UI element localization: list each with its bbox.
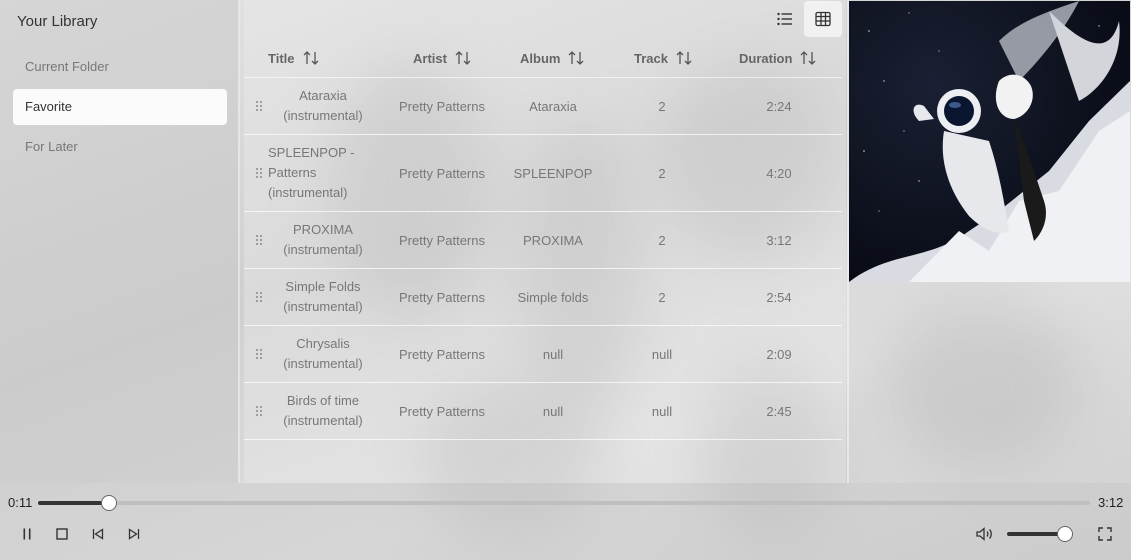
list-view-button[interactable]	[766, 1, 804, 37]
table-header: Title Artist Album Track Duration	[244, 38, 842, 78]
list-icon	[777, 12, 792, 26]
track-number: null	[651, 403, 673, 419]
track-album: PROXIMA	[523, 232, 583, 248]
track-artist: Pretty Patterns	[399, 165, 485, 181]
pause-button[interactable]	[17, 524, 37, 544]
table-row[interactable]: Birds of time (instrumental) Pretty Patt…	[244, 383, 842, 440]
track-duration: 2:09	[766, 346, 792, 362]
track-title: Chrysalis (instrumental)	[283, 336, 363, 371]
volume-button[interactable]	[975, 524, 995, 544]
drag-handle-icon[interactable]	[253, 212, 265, 268]
column-header-track[interactable]: Track	[634, 38, 692, 78]
track-number: 2	[658, 289, 666, 305]
playback-bar: 0:11 3:12	[0, 483, 1131, 560]
sidebar-item-current-folder[interactable]: Current Folder	[13, 49, 227, 85]
track-duration: 2:24	[766, 98, 792, 114]
track-list-panel: Title Artist Album Track Duration Atarax…	[244, 0, 846, 483]
seek-handle[interactable]	[101, 495, 117, 511]
previous-button[interactable]	[88, 524, 108, 544]
track-artist: Pretty Patterns	[399, 98, 485, 114]
next-button[interactable]	[124, 524, 144, 544]
track-album: null	[542, 403, 564, 419]
skip-previous-icon	[92, 528, 104, 540]
drag-handle-icon[interactable]	[253, 383, 265, 439]
volume-fill	[1007, 532, 1065, 536]
track-artist: Pretty Patterns	[399, 346, 485, 362]
track-album: Simple folds	[517, 289, 589, 305]
track-title: PROXIMA (instrumental)	[283, 222, 363, 257]
volume-handle[interactable]	[1056, 526, 1073, 542]
table-icon	[815, 11, 831, 27]
sidebar-item-favorite[interactable]: Favorite	[13, 89, 227, 125]
track-number: 2	[658, 98, 666, 114]
elapsed-time: 0:11	[8, 495, 33, 510]
seek-slider[interactable]	[38, 495, 1090, 511]
track-duration: 3:12	[766, 232, 792, 248]
sidebar-title: Your Library	[17, 13, 98, 30]
track-album: Ataraxia	[529, 98, 577, 114]
track-album: SPLEENPOP	[513, 165, 593, 181]
sidebar-item-for-later[interactable]: For Later	[13, 129, 227, 165]
column-header-duration[interactable]: Duration	[739, 38, 816, 78]
track-artist: Pretty Patterns	[399, 289, 485, 305]
track-title: Birds of time (instrumental)	[283, 393, 363, 428]
track-title: SPLEENPOP - Patterns (instrumental)	[268, 145, 355, 200]
column-header-title[interactable]: Title	[268, 38, 319, 78]
sort-icon	[455, 51, 471, 65]
album-artwork	[849, 1, 1130, 282]
drag-handle-icon[interactable]	[253, 326, 265, 382]
column-header-album[interactable]: Album	[520, 38, 584, 78]
fullscreen-button[interactable]	[1095, 524, 1115, 544]
music-player-window: Your Library Current Folder Favorite For…	[0, 0, 1131, 560]
track-number: 2	[658, 232, 666, 248]
track-title: Simple Folds (instrumental)	[283, 279, 363, 314]
total-time: 3:12	[1098, 495, 1124, 510]
stop-button[interactable]	[52, 524, 72, 544]
track-number: 2	[658, 165, 666, 181]
track-artist: Pretty Patterns	[399, 403, 485, 419]
sort-icon	[800, 51, 816, 65]
seek-progress-fill	[38, 501, 109, 505]
stop-icon	[56, 528, 68, 540]
view-toggle	[766, 1, 842, 37]
pause-icon	[23, 528, 31, 540]
table-row[interactable]: PROXIMA (instrumental) Pretty Patterns P…	[244, 212, 842, 269]
column-header-artist[interactable]: Artist	[413, 38, 471, 78]
track-album: null	[542, 346, 564, 362]
skip-next-icon	[128, 528, 140, 540]
table-row[interactable]: SPLEENPOP - Patterns (instrumental) Pret…	[244, 135, 842, 212]
table-row[interactable]: Chrysalis (instrumental) Pretty Patterns…	[244, 326, 842, 383]
sort-icon	[676, 51, 692, 65]
track-duration: 4:20	[766, 165, 792, 181]
track-artist: Pretty Patterns	[399, 232, 485, 248]
table-view-button[interactable]	[804, 1, 842, 37]
drag-handle-icon[interactable]	[253, 269, 265, 325]
table-row[interactable]: Simple Folds (instrumental) Pretty Patte…	[244, 269, 842, 326]
drag-handle-icon[interactable]	[253, 78, 265, 134]
track-duration: 2:45	[766, 403, 792, 419]
drag-handle-icon[interactable]	[253, 135, 265, 211]
sort-icon	[303, 51, 318, 65]
volume-slider[interactable]	[1007, 526, 1073, 542]
track-duration: 2:54	[766, 289, 792, 305]
table-row[interactable]: Ataraxia (instrumental) Pretty Patterns …	[244, 78, 842, 135]
track-title: Ataraxia (instrumental)	[283, 88, 363, 123]
library-sidebar: Your Library Current Folder Favorite For…	[0, 0, 240, 483]
table-body: Ataraxia (instrumental) Pretty Patterns …	[244, 78, 842, 440]
track-number: null	[651, 346, 673, 362]
volume-icon	[976, 527, 992, 541]
sort-icon	[568, 51, 584, 65]
fullscreen-icon	[1098, 527, 1112, 541]
